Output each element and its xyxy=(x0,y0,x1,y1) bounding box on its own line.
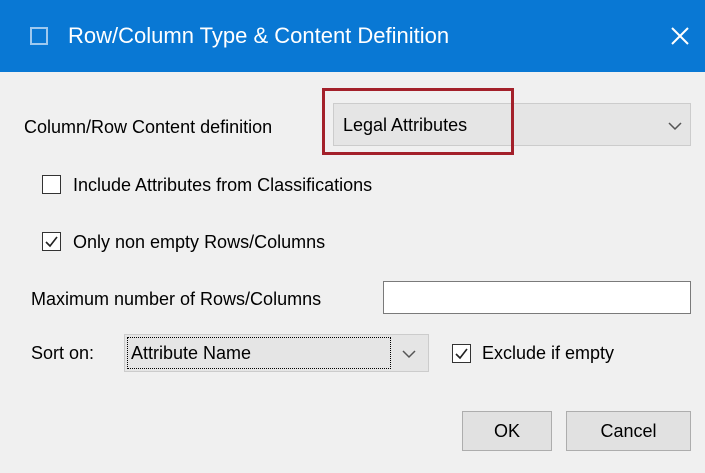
sort-label: Sort on: xyxy=(31,343,95,363)
close-icon xyxy=(671,27,689,45)
include-classifications-label: Include Attributes from Classifications xyxy=(73,175,373,195)
content-definition-label: Column/Row Content definition xyxy=(24,117,273,137)
chevron-down-icon xyxy=(668,122,682,131)
exclude-if-empty-checkbox[interactable] xyxy=(452,344,471,363)
max-rows-input[interactable] xyxy=(383,281,691,314)
exclude-if-empty-label: Exclude if empty xyxy=(482,343,615,363)
ok-button[interactable]: OK xyxy=(462,411,552,451)
dialog-title: Row/Column Type & Content Definition xyxy=(68,23,450,48)
window-icon xyxy=(30,27,48,45)
dialog-window: Row/Column Type & Content Definition Col… xyxy=(0,0,705,473)
only-non-empty-label: Only non empty Rows/Columns xyxy=(73,232,326,252)
include-classifications-checkbox[interactable] xyxy=(42,175,61,194)
chevron-down-icon xyxy=(402,350,416,359)
title-bar: Row/Column Type & Content Definition xyxy=(0,0,705,72)
checkmark-icon xyxy=(45,236,58,248)
cancel-button[interactable]: Cancel xyxy=(566,411,691,451)
checkmark-icon xyxy=(455,348,468,360)
focus-rectangle xyxy=(127,337,391,369)
max-rows-label: Maximum number of Rows/Columns xyxy=(31,289,322,309)
only-non-empty-checkbox[interactable] xyxy=(42,232,61,251)
close-button[interactable] xyxy=(655,0,705,72)
highlight-annotation xyxy=(322,88,514,155)
